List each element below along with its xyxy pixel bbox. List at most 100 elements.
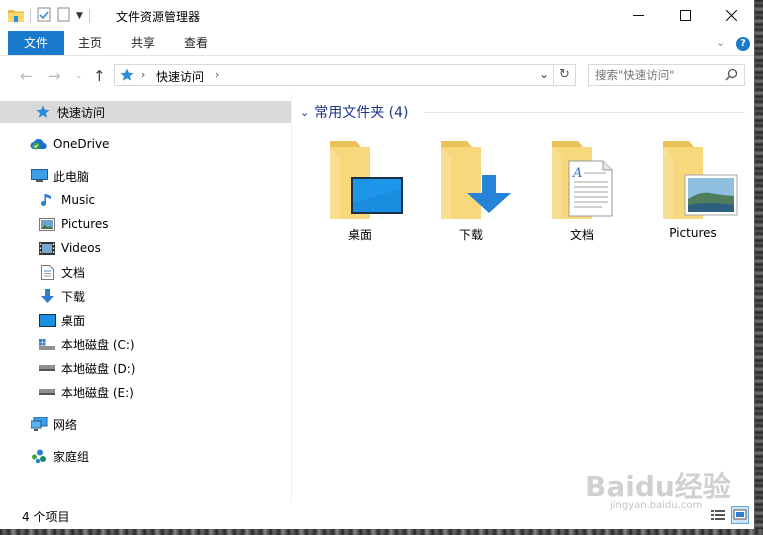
folder-label: 下载 (458, 228, 483, 242)
system-drive-icon (38, 336, 56, 352)
sidebar-item-label: 本地磁盘 (C:) (61, 337, 135, 352)
content-pane: ⌄ 常用文件夹 (4) 桌面 下载 A 文档 Pictures (292, 95, 754, 503)
new-folder-icon[interactable] (57, 7, 70, 25)
network-icon (30, 416, 48, 432)
explorer-window: ▼ 文件资源管理器 文件 主页 共享 查看 ⌄ ? ← → ⌄ ↑ › 快速访问… (0, 0, 755, 529)
properties-icon[interactable] (37, 7, 51, 25)
sidebar-item-label: 此电脑 (53, 169, 90, 184)
refresh-button[interactable]: ↻ (554, 64, 576, 86)
download-arrow-icon (38, 288, 56, 304)
sidebar-item-drive-d[interactable]: 本地磁盘 (D:) (38, 357, 135, 379)
svg-text:A: A (572, 166, 582, 181)
minimize-icon (632, 15, 644, 16)
folder-label: Pictures (669, 226, 717, 240)
refresh-icon: ↻ (559, 67, 570, 82)
details-view-button[interactable] (709, 506, 727, 524)
folder-tile-downloads[interactable]: 下载 (421, 137, 521, 247)
search-box[interactable] (588, 64, 745, 86)
large-icons-view-button[interactable] (731, 506, 749, 524)
folder-tile-documents[interactable]: A 文档 (532, 137, 632, 247)
close-icon (725, 10, 737, 21)
group-divider (425, 112, 745, 113)
onedrive-cloud-icon (30, 136, 48, 152)
up-arrow-icon[interactable]: ↑ (93, 67, 106, 85)
documents-folder-icon: A (552, 141, 613, 219)
toolbar-divider (30, 9, 31, 23)
sidebar-item-label: OneDrive (53, 137, 110, 151)
sidebar-item-label: Videos (61, 241, 101, 255)
maximize-icon (679, 10, 691, 21)
tab-share[interactable]: 共享 (120, 31, 166, 55)
maximize-button[interactable] (662, 0, 708, 31)
forward-arrow-icon[interactable]: → (48, 67, 61, 85)
sidebar-item-music[interactable]: Music (38, 189, 95, 211)
sidebar-item-onedrive[interactable]: OneDrive (30, 133, 109, 155)
sidebar-item-documents[interactable]: 文档 (38, 261, 85, 283)
group-title: 常用文件夹 (4) (314, 105, 409, 121)
baidu-watermark-logo: Baidu经验 (585, 470, 731, 503)
sidebar-item-pictures[interactable]: Pictures (38, 213, 109, 235)
sidebar-item-desktop[interactable]: 桌面 (38, 309, 85, 331)
ribbon-tabs: 文件 主页 共享 查看 ⌄ ? (0, 31, 754, 55)
help-icon[interactable]: ? (736, 37, 750, 51)
sidebar-item-label: 桌面 (61, 313, 86, 328)
group-header[interactable]: ⌄ 常用文件夹 (4) (300, 102, 409, 122)
folder-tile-desktop[interactable]: 桌面 (310, 137, 410, 247)
folder-app-icon (8, 8, 24, 25)
breadcrumb-separator[interactable]: › (141, 68, 145, 81)
window-title: 文件资源管理器 (116, 10, 201, 24)
sidebar-item-quick-access[interactable]: 快速访问 (0, 101, 291, 123)
drive-icon (38, 384, 56, 400)
quick-access-star-icon (120, 68, 134, 85)
item-count: 4 个项目 (22, 510, 70, 524)
search-input[interactable] (595, 66, 720, 84)
folder-tile-pictures[interactable]: Pictures (643, 137, 743, 247)
drive-icon (38, 360, 56, 376)
tab-view[interactable]: 查看 (173, 31, 219, 55)
pictures-folder-icon (663, 141, 738, 219)
sidebar-item-label: 家庭组 (53, 449, 90, 464)
minimize-button[interactable] (615, 0, 661, 31)
downloads-folder-icon (441, 141, 511, 219)
desktop-icon (38, 312, 56, 328)
details-view-icon (711, 510, 725, 520)
pictures-icon (38, 216, 56, 232)
sidebar-item-drive-e[interactable]: 本地磁盘 (E:) (38, 381, 134, 403)
address-bar[interactable]: › 快速访问 › ⌄ (114, 64, 554, 86)
desktop-folder-icon (330, 141, 403, 219)
sidebar-item-this-pc[interactable]: 此电脑 (30, 165, 89, 187)
large-icons-view-icon (733, 509, 747, 520)
sidebar-item-label: 下载 (61, 289, 86, 304)
chevron-down-icon[interactable]: ⌄ (716, 36, 725, 49)
tab-home[interactable]: 主页 (68, 31, 112, 55)
search-icon[interactable] (725, 68, 738, 84)
background-photo-edge (755, 0, 763, 535)
sidebar-item-label: 快速访问 (57, 105, 106, 120)
chevron-down-icon[interactable]: ⌄ (300, 106, 309, 119)
tab-file[interactable]: 文件 (8, 31, 64, 55)
breadcrumb-separator[interactable]: › (215, 68, 219, 81)
address-dropdown-icon[interactable]: ⌄ (539, 67, 549, 81)
sidebar-item-label: 本地磁盘 (E:) (61, 385, 134, 400)
recent-locations-icon[interactable]: ⌄ (75, 71, 83, 81)
watermark-url: jingyan.baidu.com (610, 500, 703, 511)
music-note-icon (38, 192, 56, 208)
sidebar-item-label: 本地磁盘 (D:) (61, 361, 136, 376)
folder-label: 文档 (569, 228, 594, 242)
sidebar-item-homegroup[interactable]: 家庭组 (30, 445, 89, 467)
sidebar-item-drive-c[interactable]: 本地磁盘 (C:) (38, 333, 135, 355)
sidebar-item-network[interactable]: 网络 (30, 413, 77, 435)
close-button[interactable] (708, 0, 754, 31)
film-icon (38, 240, 56, 256)
sidebar-item-label: Pictures (61, 217, 109, 231)
sidebar-item-label: 网络 (53, 417, 78, 432)
star-icon (34, 104, 52, 120)
sidebar-item-videos[interactable]: Videos (38, 237, 101, 259)
address-row: ← → ⌄ ↑ › 快速访问 › ⌄ ↻ (0, 55, 754, 96)
breadcrumb[interactable]: 快速访问 (156, 68, 204, 85)
background-photo-edge-bottom (0, 529, 763, 535)
qat-dropdown-icon[interactable]: ▼ (76, 11, 83, 21)
sidebar-item-downloads[interactable]: 下载 (38, 285, 85, 307)
title-bar: ▼ 文件资源管理器 (0, 0, 754, 31)
back-arrow-icon[interactable]: ← (20, 67, 33, 85)
